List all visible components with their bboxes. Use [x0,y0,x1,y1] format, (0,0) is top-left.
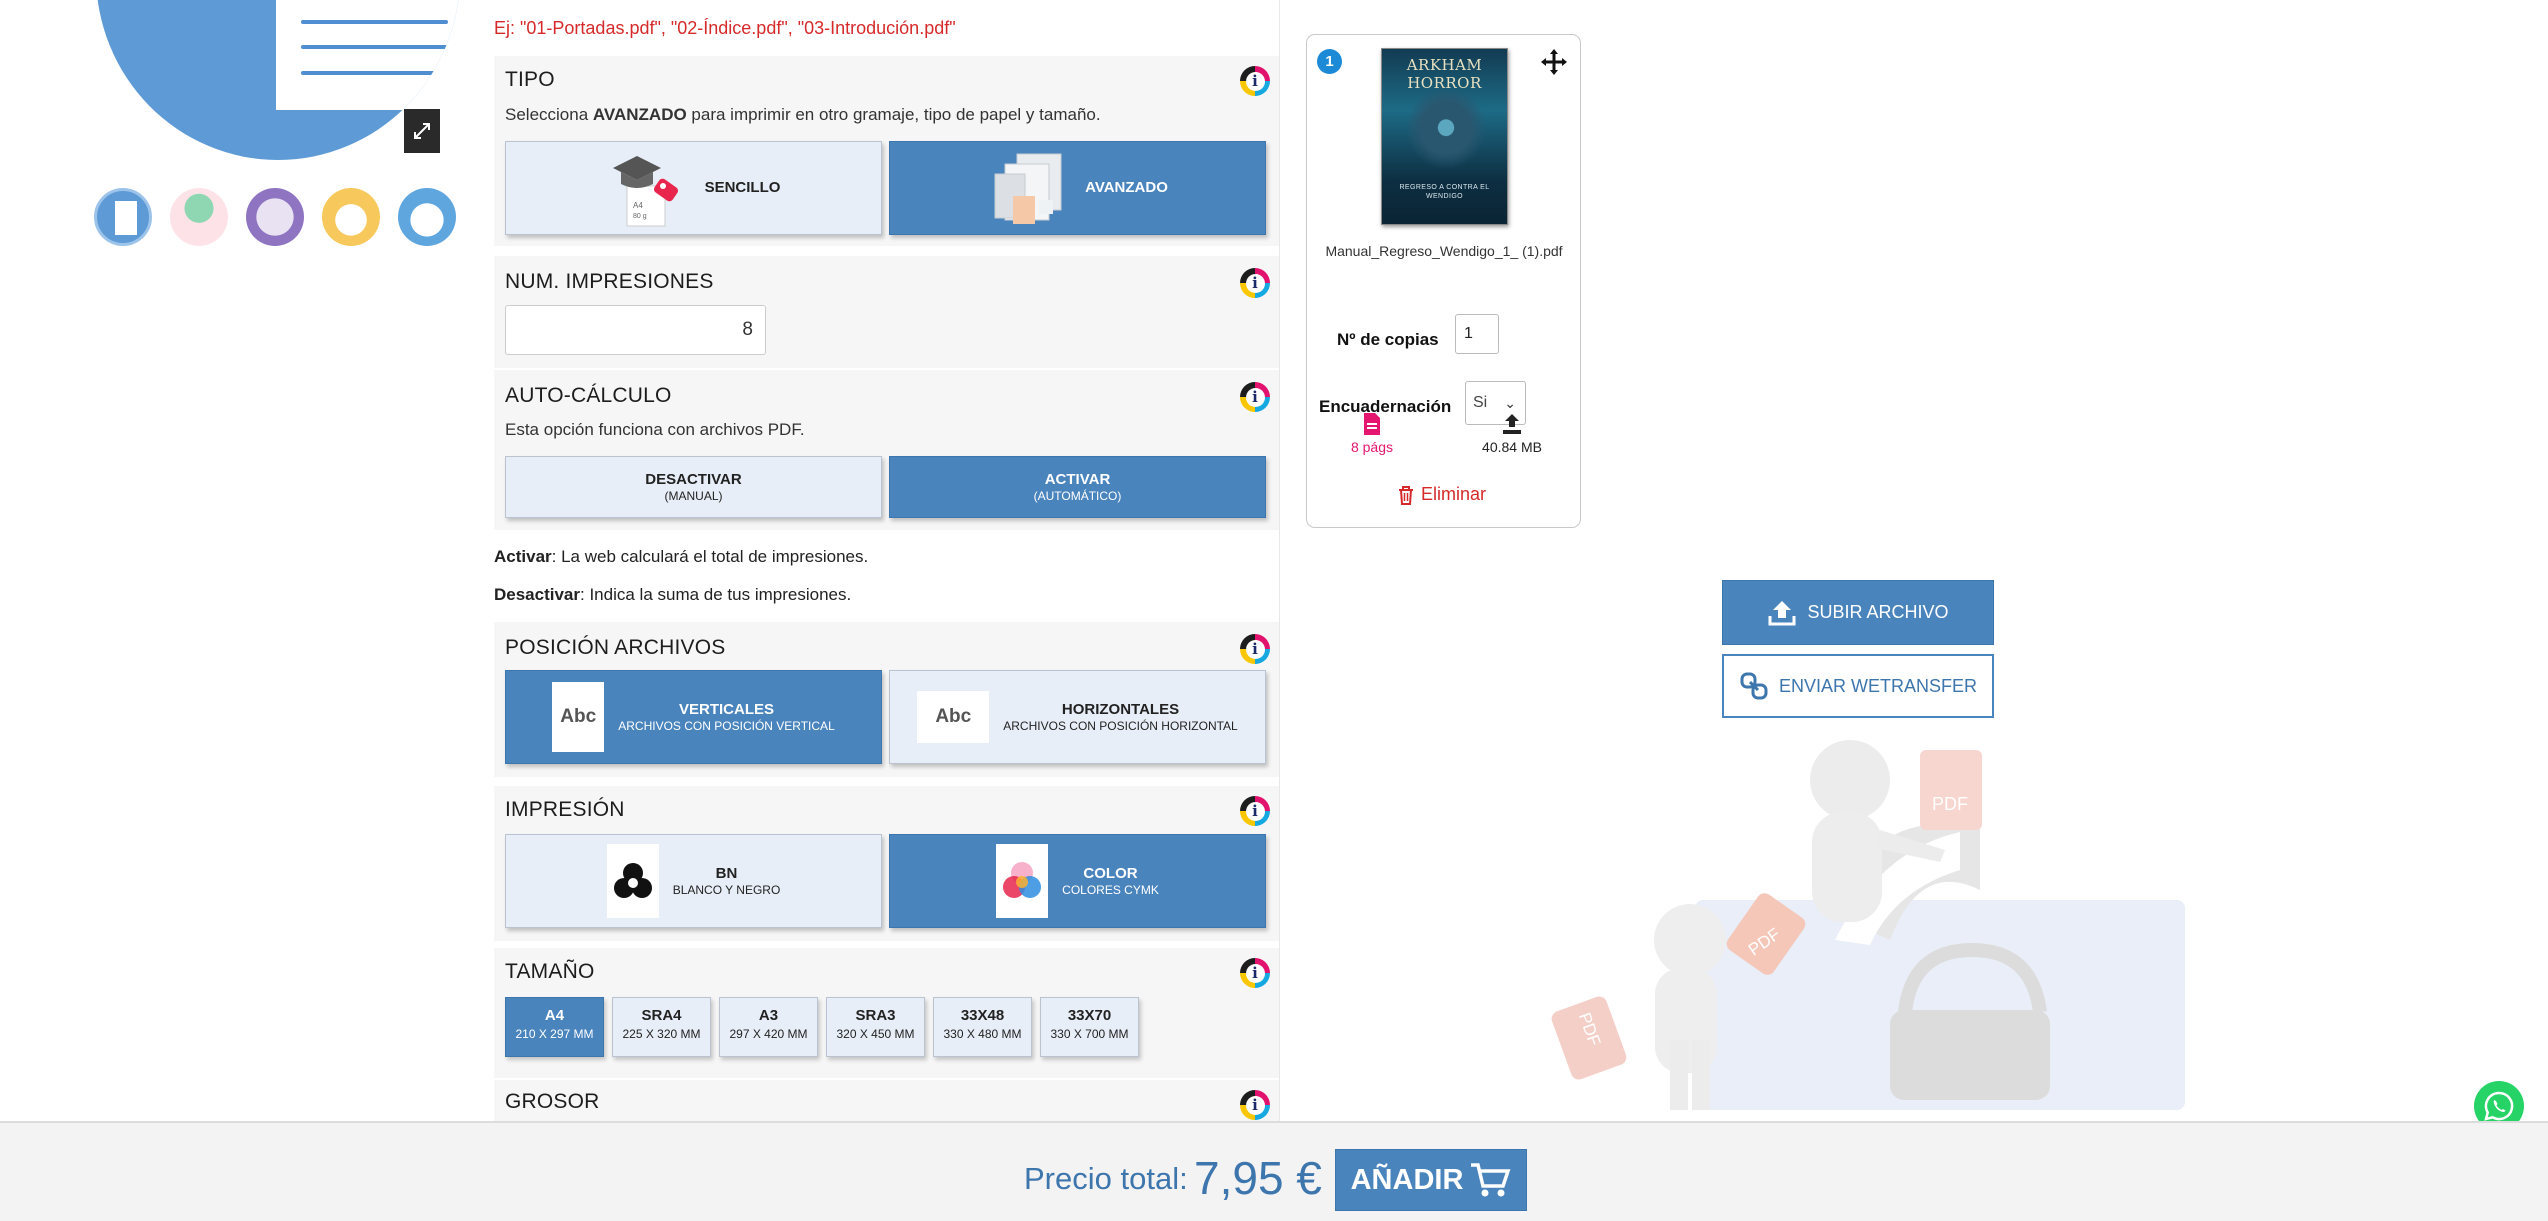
note-activar: Activar: La web calculará el total de im… [494,547,869,566]
option-label: COLOR [1083,864,1138,882]
size-a3[interactable]: A3 297 X 420 MM [719,997,818,1057]
thumb-calendar-purple[interactable] [246,188,304,246]
info-icon[interactable]: i [1240,1090,1270,1120]
section-grosor: GROSOR i [494,1080,1279,1121]
copies-label: Nº de copias [1337,330,1439,349]
section-description: Esta opción funciona con archivos PDF. [505,420,805,439]
section-impresion: IMPRESIÓN i BN BLANCO Y NEGRO COLOR COLO… [494,786,1279,941]
filename-example-note: Ej: "01-Portadas.pdf", "02-Índice.pdf", … [494,18,956,38]
info-icon[interactable]: i [1240,796,1270,826]
expand-image-button[interactable] [404,109,440,153]
file-size: 40.84 MB [1467,412,1557,455]
option-sublabel: COLORES CYMK [1062,883,1159,898]
print-options-panel: Ej: "01-Portadas.pdf", "02-Índice.pdf", … [494,0,1280,1121]
price-total: 7,95 € [1194,1152,1322,1204]
section-description: Selecciona AVANZADO para imprimir en otr… [505,105,1101,124]
section-title: TAMAÑO [505,960,595,983]
option-label: VERTICALES [678,700,774,718]
trash-icon [1399,485,1413,505]
upload-file-button[interactable]: SUBIR ARCHIVO [1722,580,1994,645]
size-sra4[interactable]: SRA4 225 X 320 MM [612,997,711,1057]
info-icon[interactable]: i [1240,268,1270,298]
info-icon[interactable]: i [1240,634,1270,664]
link-icon [1740,672,1768,700]
document-illustration [276,0,460,110]
size-33x48[interactable]: 33X48 330 X 480 MM [933,997,1032,1057]
file-index-badge: 1 [1317,49,1342,74]
option-sublabel: ARCHIVOS CON POSICIÓN VERTICAL [618,719,835,734]
section-tipo: TIPO i Selecciona AVANZADO para imprimir… [494,56,1279,246]
option-sublabel: ARCHIVOS CON POSICIÓN HORIZONTAL [1003,719,1238,734]
info-icon[interactable]: i [1240,382,1270,412]
section-title: NUM. IMPRESIONES [505,270,714,293]
option-label: BN [715,864,738,882]
upload-icon [1503,414,1521,434]
option-activar[interactable]: ACTIVAR (AUTOMÁTICO) [889,456,1266,518]
graduation-cap-icon: A4 80 g [612,156,678,227]
page-count: 8 págs [1337,412,1407,455]
cmyk-color-icon [996,844,1049,918]
expand-icon [414,123,430,139]
section-posicion: POSICIÓN ARCHIVOS i Abc VERTICALES ARCHIV… [494,622,1279,777]
landscape-page-icon: Abc [917,691,990,743]
option-horizontales[interactable]: Abc HORIZONTALES ARCHIVOS CON POSICIÓN HO… [889,670,1266,764]
section-autocalculo: AUTO-CÁLCULO i Esta opción funciona con … [494,370,1279,530]
svg-text:80 g: 80 g [633,213,647,220]
option-verticales[interactable]: Abc VERTICALES ARCHIVOS CON POSICIÓN VERT… [505,670,882,764]
section-title: IMPRESIÓN [505,798,625,821]
option-label: DESACTIVAR [645,470,742,488]
info-icon[interactable]: i [1240,66,1270,96]
size-sra3[interactable]: SRA3 320 X 450 MM [826,997,925,1057]
option-bn[interactable]: BN BLANCO Y NEGRO [505,834,882,928]
thumb-infographic-green[interactable] [170,188,228,246]
thumb-chart-yellow[interactable] [322,188,380,246]
uploaded-file-card: 1 ARKHAM HORROR REGRESO A CONTRA EL WEND… [1306,34,1581,528]
thumb-document[interactable] [94,188,152,246]
file-name: Manual_Regreso_Wendigo_1_ (1).pdf [1325,243,1563,259]
cart-icon [1471,1163,1511,1197]
price-footer-bar: Precio total: 7,95 € AÑADIR [0,1121,2548,1221]
section-title: AUTO-CÁLCULO [505,384,672,407]
thumb-presentation-blue[interactable] [398,188,456,246]
section-title: GROSOR [505,1090,600,1113]
send-wetransfer-button[interactable]: ENVIAR WETRANSFER [1722,654,1994,718]
size-a4[interactable]: A4 210 X 297 MM [505,997,604,1057]
add-to-cart-button[interactable]: AÑADIR [1335,1149,1527,1211]
note-desactivar: Desactivar: Indica la suma de tus impres… [494,585,852,604]
whatsapp-icon [2484,1091,2514,1121]
option-sublabel: BLANCO Y NEGRO [672,883,781,898]
price-label: Precio total: [1024,1161,1188,1196]
svg-text:A4: A4 [633,201,643,210]
impressions-input[interactable]: 8 [505,305,766,355]
file-cover-thumbnail: ARKHAM HORROR REGRESO A CONTRA EL WENDIG… [1381,48,1508,225]
option-sublabel: (AUTOMÁTICO) [1033,489,1122,504]
option-label: HORIZONTALES [1061,700,1180,718]
option-label: ACTIVAR [1044,470,1111,488]
copies-input[interactable]: 1 [1455,314,1499,354]
option-label: AVANZADO [1085,178,1168,196]
pdf-file-icon [1364,413,1380,435]
paper-stack-icon [994,153,1062,224]
option-sublabel: (MANUAL) [664,489,723,504]
move-icon[interactable] [1539,47,1569,77]
size-33x70[interactable]: 33X70 330 X 700 MM [1040,997,1139,1057]
gallery-thumbnails [94,188,456,246]
option-color[interactable]: COLOR COLORES CYMK [889,834,1266,928]
section-title: TIPO [505,68,555,91]
section-title: POSICIÓN ARCHIVOS [505,636,726,659]
option-sencillo[interactable]: A4 80 g SENCILLO [505,141,882,235]
pdf-tag: PDF [1932,794,1968,814]
option-label: SENCILLO [704,178,781,196]
option-avanzado[interactable]: AVANZADO [889,141,1266,235]
upload-illustration: PDF PDF PDF [1551,740,2185,1110]
black-white-icon [606,844,659,918]
option-desactivar[interactable]: DESACTIVAR (MANUAL) [505,456,882,518]
portrait-page-icon: Abc [552,682,605,752]
info-icon[interactable]: i [1240,958,1270,988]
delete-file-button[interactable]: Eliminar [1397,484,1486,505]
upload-icon [1768,600,1796,625]
